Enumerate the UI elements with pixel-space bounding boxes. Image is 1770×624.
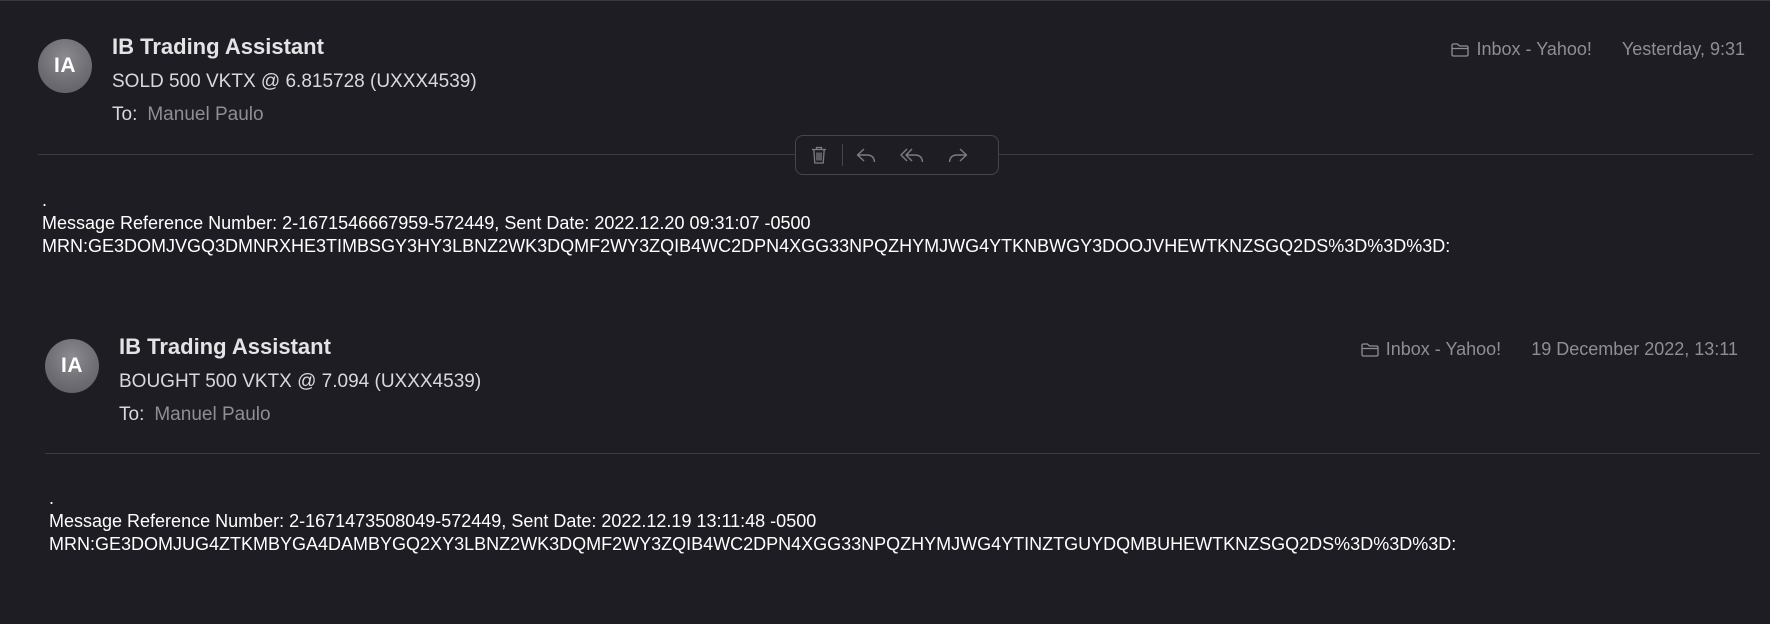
trash-icon (810, 145, 828, 165)
folder-icon (1450, 42, 1470, 58)
reply-all-button[interactable] (889, 136, 935, 174)
body-dot: . (42, 190, 48, 210)
header-divider (45, 453, 1760, 454)
forward-icon (947, 146, 969, 164)
folder-icon (1360, 342, 1380, 358)
delete-button[interactable] (796, 136, 842, 174)
message-item: IA IB Trading Assistant BOUGHT 500 VKTX … (0, 301, 1770, 554)
mailbox-label[interactable]: Inbox - Yahoo! (1450, 39, 1592, 60)
message-header[interactable]: IA IB Trading Assistant BOUGHT 500 VKTX … (7, 301, 1770, 456)
message-date: Yesterday, 9:31 (1621, 39, 1745, 59)
body-reference-line: Message Reference Number: 2-167147350804… (49, 511, 817, 531)
recipient-line: To: Manuel Paulo (119, 404, 271, 426)
reply-button[interactable] (843, 136, 889, 174)
recipient-name[interactable]: Manuel Paulo (147, 104, 263, 125)
reply-all-icon (899, 146, 925, 164)
message-subject: SOLD 500 VKTX @ 6.815728 (UXXX4539) (112, 71, 477, 92)
message-action-toolbar (795, 135, 999, 175)
recipient-name[interactable]: Manuel Paulo (154, 404, 270, 425)
message-item: IA IB Trading Assistant SOLD 500 VKTX @ … (0, 1, 1770, 256)
message-date: 19 December 2022, 13:11 (1531, 339, 1738, 359)
mailbox-label[interactable]: Inbox - Yahoo! (1360, 339, 1501, 360)
body-dot: . (49, 488, 55, 508)
sender-name: IB Trading Assistant (112, 34, 324, 59)
message-subject: BOUGHT 500 VKTX @ 7.094 (UXXX4539) (119, 371, 482, 392)
avatar: IA (38, 39, 92, 93)
mail-viewer: IA IB Trading Assistant SOLD 500 VKTX @ … (0, 0, 1770, 624)
message-header[interactable]: IA IB Trading Assistant SOLD 500 VKTX @ … (0, 1, 1770, 156)
sender-name: IB Trading Assistant (119, 334, 331, 359)
body-mrn-line: MRN:GE3DOMJUG4ZTKMBYGA4DAMBYGQ2XY3LBNZ2W… (49, 534, 1457, 554)
mailbox-name: Inbox - Yahoo! (1476, 39, 1592, 59)
recipient-line: To: Manuel Paulo (112, 104, 264, 126)
mailbox-name: Inbox - Yahoo! (1385, 339, 1502, 359)
avatar: IA (45, 339, 99, 393)
to-label: To: (112, 104, 138, 125)
body-mrn-line: MRN:GE3DOMJVGQ3DMNRXHE3TIMBSGY3HY3LBNZ2W… (42, 236, 1451, 256)
message-meta: Inbox - Yahoo! 19 December 2022, 13:11 (1360, 339, 1738, 360)
message-body: . Message Reference Number: 2-16714735080… (49, 487, 1456, 556)
body-reference-line: Message Reference Number: 2-167154666795… (42, 213, 811, 233)
to-label: To: (119, 404, 145, 425)
reply-icon (855, 146, 877, 164)
message-meta: Inbox - Yahoo! Yesterday, 9:31 (1450, 39, 1745, 60)
message-body: . Message Reference Number: 2-16715466679… (42, 189, 1450, 258)
forward-button[interactable] (935, 136, 981, 174)
